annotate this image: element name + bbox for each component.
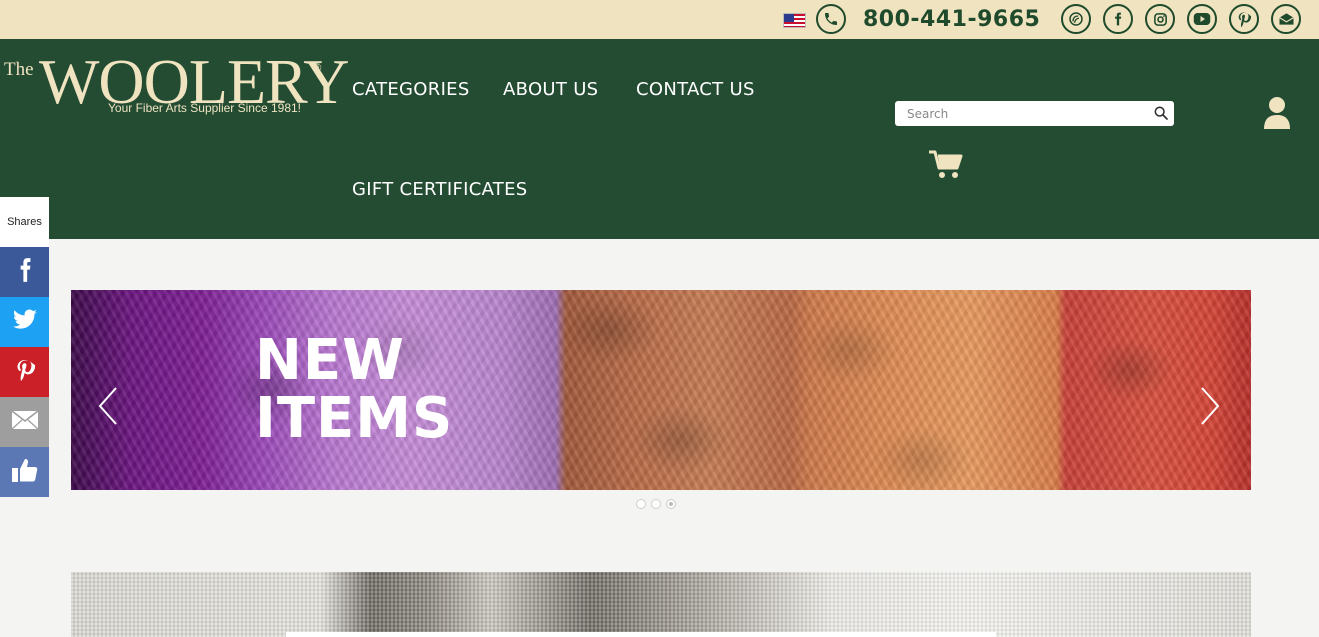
twitter-icon	[12, 308, 38, 336]
facebook-icon	[18, 257, 32, 288]
youtube-icon[interactable]	[1187, 4, 1217, 34]
user-icon[interactable]	[1263, 96, 1291, 135]
nav-categories[interactable]: CATEGORIES	[352, 79, 470, 100]
logo-prefix: The	[4, 59, 34, 80]
weaving-banner[interactable]	[71, 572, 1251, 637]
phone-number[interactable]: 800-441-9665	[863, 7, 1040, 32]
thumbs-up-icon	[11, 457, 39, 488]
slider-dot-1[interactable]	[636, 499, 646, 509]
email-icon[interactable]	[1271, 4, 1301, 34]
nav-about-us[interactable]: ABOUT US	[503, 79, 598, 100]
site-header: The WOOLERY ® Your Fiber Arts Supplier S…	[0, 39, 1319, 239]
share-pinterest-button[interactable]	[0, 347, 49, 397]
facebook-icon[interactable]	[1103, 4, 1133, 34]
pinterest-icon	[15, 357, 35, 388]
logo-tagline: Your Fiber Arts Supplier Since 1981!	[108, 101, 302, 115]
share-like-button[interactable]	[0, 447, 49, 497]
logo-registered: ®	[314, 63, 322, 74]
nav-contact-us[interactable]: CONTACT US	[636, 79, 755, 100]
top-bar: 800-441-9665	[0, 0, 1319, 39]
search-input[interactable]	[907, 104, 1137, 123]
share-email-button[interactable]	[0, 397, 49, 447]
cart-icon[interactable]	[928, 149, 964, 186]
slide-title[interactable]: NEW ITEMS	[255, 332, 453, 448]
search-box	[895, 101, 1174, 126]
slider-pagination	[636, 499, 676, 509]
instagram-icon[interactable]	[1145, 4, 1175, 34]
chevron-left-icon[interactable]	[96, 386, 120, 431]
ravelry-icon[interactable]	[1061, 4, 1091, 34]
slider-dot-2[interactable]	[651, 499, 661, 509]
email-icon	[11, 409, 39, 435]
pinterest-icon[interactable]	[1229, 4, 1259, 34]
shares-label: Shares	[0, 197, 49, 247]
search-icon[interactable]	[1153, 105, 1169, 126]
us-flag-icon[interactable]	[783, 13, 806, 28]
share-facebook-button[interactable]	[0, 247, 49, 297]
slider-dot-3[interactable]	[666, 499, 676, 509]
hero-slider: NEW ITEMS	[71, 290, 1251, 490]
chevron-right-icon[interactable]	[1198, 386, 1222, 431]
share-twitter-button[interactable]	[0, 297, 49, 347]
nav-gift-certificates[interactable]: GIFT CERTIFICATES	[352, 179, 528, 200]
woolery-logo[interactable]: The WOOLERY ® Your Fiber Arts Supplier S…	[4, 50, 349, 125]
phone-icon[interactable]	[816, 4, 846, 34]
